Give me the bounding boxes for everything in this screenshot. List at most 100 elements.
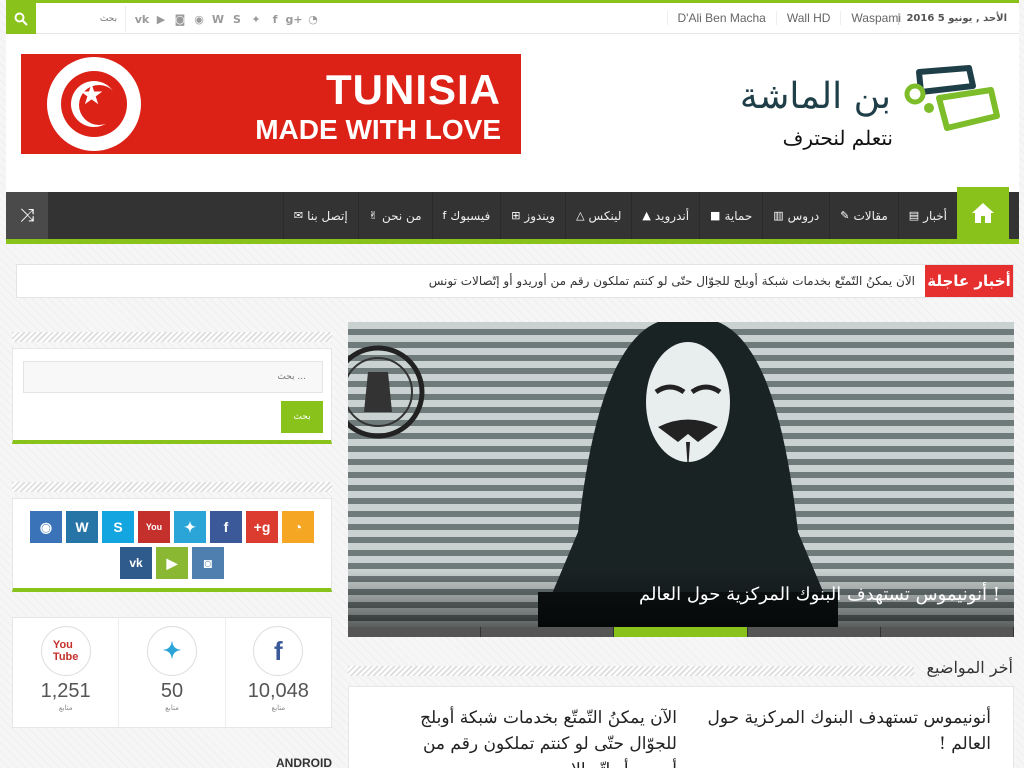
slider-dot[interactable] [481,627,615,637]
vk-icon[interactable]: vk [134,11,150,27]
book-icon: ▥ [773,209,784,222]
social-counters: You Tube 1,251 متابع ✦ 50 متابع f 10,048 … [12,617,332,728]
search-button[interactable] [6,3,36,34]
google-plus-icon[interactable]: g+ [246,511,278,543]
slider-dot-active[interactable] [614,627,748,637]
skype-icon[interactable]: S [102,511,134,543]
facebook-icon: f [442,209,447,222]
nav-label: دروس [787,208,820,223]
widget-divider [12,332,332,342]
newspaper-icon: ▤ [908,209,920,222]
github-icon[interactable]: ◉ [30,511,62,543]
social-widget: ◔ g+ f ✦ You S W ◉ ◙ ▶ vk [12,498,332,592]
sidebar-search-input[interactable] [23,361,323,393]
facebook-counter[interactable]: f 10,048 متابع [226,618,331,727]
nav-item-linux[interactable]: △ لينكس [565,192,631,239]
nav-label: لينكس [588,208,622,223]
random-article-button[interactable]: ⤨ [6,192,48,239]
vk-icon[interactable]: vk [120,547,152,579]
nav-item-articles[interactable]: ✎ مقالات [829,192,898,239]
instagram-icon[interactable]: ◙ [192,547,224,579]
post-title-link[interactable]: الآن يمكنُ التّمتّع بخدمات شبكة أوبلج لل… [387,705,677,768]
widget-divider [12,482,332,492]
slider-dot[interactable] [747,627,881,637]
twitter-count: 50 [160,680,184,702]
rss-icon[interactable]: ◔ [305,11,321,27]
android-widget-heading: ANDROID [276,756,332,768]
google-plus-icon[interactable]: g+ [285,11,302,27]
sidebar-search-button[interactable]: بحث [281,401,323,433]
edit-icon: ✎ [840,209,850,222]
nav-label: ويندوز [524,208,556,223]
nav-item-contact[interactable]: ✉ إتصل بنا [282,192,358,239]
youtube-counter[interactable]: You Tube 1,251 متابع [13,618,120,727]
nav-item-lessons[interactable]: ▥ دروس [762,192,829,239]
slider-caption[interactable]: أنونيموس تستهدف البنوك المركزية حول العا… [639,584,1000,605]
tunisia-banner[interactable]: ★ TUNISIA MADE WITH LOVE [21,54,521,154]
twitter-counter[interactable]: ✦ 50 متابع [119,618,226,727]
search-icon [14,12,28,26]
instagram-icon[interactable]: ◙ [172,11,188,27]
top-social-icons: vk ▶ ◙ ◉ W S ✦ f g+ ◔ [134,11,321,27]
skype-icon[interactable]: S [229,11,245,27]
nav-label: إتصل بنا [307,208,348,223]
twitter-icon: ✦ [146,626,197,676]
youtube-icon[interactable]: ▶ [153,11,169,27]
lock-icon: ■ [710,209,721,222]
twitter-icon[interactable]: ✦ [248,11,264,27]
latest-posts: أنونيموس تستهدف البنوك المركزية حول العا… [348,686,1014,768]
top-search-input[interactable] [36,6,126,32]
site-logo[interactable]: بن الماشة نتعلم لنحترف [691,64,1001,164]
nav-label: من نحن [381,208,422,223]
twitter-icon[interactable]: ✦ [174,511,206,543]
top-bar: vk ▶ ◙ ◉ W S ✦ f g+ ◔ D'Ali Ben Macha Wa… [6,0,1019,34]
logo-mark-icon [904,65,1000,131]
rss-icon[interactable]: ◔ [282,511,314,543]
page: vk ▶ ◙ ◉ W S ✦ f g+ ◔ D'Ali Ben Macha Wa… [6,0,1019,768]
wordpress-icon[interactable]: W [210,11,226,27]
nav-item-about[interactable]: ✌ من نحن [357,192,432,239]
nav-label: فيسبوك [450,208,491,223]
top-link[interactable]: Waspami [840,11,911,25]
nav-item-security[interactable]: ■ حماية [699,192,762,239]
android-icon: ▲ [642,209,651,222]
top-link[interactable]: Wall HD [775,11,841,25]
wordpress-icon[interactable]: W [66,511,98,543]
facebook-icon[interactable]: f [210,511,242,543]
github-icon[interactable]: ◉ [191,11,207,27]
nav-item-windows[interactable]: ⊞ ويندوز [500,192,565,239]
slider-image: أنونيموس تستهدف البنوك المركزية حول العا… [348,322,1014,627]
featured-slider[interactable]: أنونيموس تستهدف البنوك المركزية حول العا… [348,322,1014,637]
youtube-count: 1,251 [40,680,91,702]
current-date: الأحد , يونيو 5 2016 [898,13,1007,25]
video-icon[interactable]: ▶ [156,547,188,579]
slider-dot[interactable] [880,627,1014,637]
nav-item-news[interactable]: ▤ أخبار [897,192,957,239]
top-links: D'Ali Ben Macha Wall HD Waspami [666,11,911,25]
top-link[interactable]: D'Ali Ben Macha [666,11,776,25]
youtube-icon[interactable]: You [138,511,170,543]
logo-subtitle: نتعلم لنحترف [782,126,893,150]
facebook-icon[interactable]: f [267,11,283,27]
facebook-icon: f [253,626,304,676]
slider-pagination [348,627,1014,637]
counter-label: متابع [58,704,73,712]
latest-posts-title: أخر المواضيع [926,658,1013,677]
envelope-icon: ✉ [293,209,304,222]
tunisia-flag-icon: ★ [47,57,141,151]
header: ★ TUNISIA MADE WITH LOVE بن الماشة نتعلم… [6,34,1019,192]
breaking-news-link[interactable]: الآن يمكنُ التّمتّع بخدمات شبكة أوبلج لل… [429,274,915,288]
main-nav: ⤨ ▤ أخبار ✎ مقالات ▥ دروس ■ حماية ▲ أندرويد △… [6,187,1019,244]
slider-dot[interactable] [348,627,482,637]
nav-label: أندرويد [654,208,690,223]
shuffle-icon: ⤨ [19,205,35,226]
nav-item-android[interactable]: ▲ أندرويد [631,192,699,239]
home-button[interactable] [957,187,1009,239]
nav-item-facebook[interactable]: f فيسبوك [431,192,501,239]
banner-subtitle: MADE WITH LOVE [255,114,501,145]
post-title-link[interactable]: أنونيموس تستهدف البنوك المركزية حول العا… [701,705,991,757]
breaking-news-label: أخبار عاجلة [925,265,1013,297]
logo-title: بن الماشة [739,76,891,117]
search-widget: بحث [12,348,332,444]
home-icon [972,203,994,223]
